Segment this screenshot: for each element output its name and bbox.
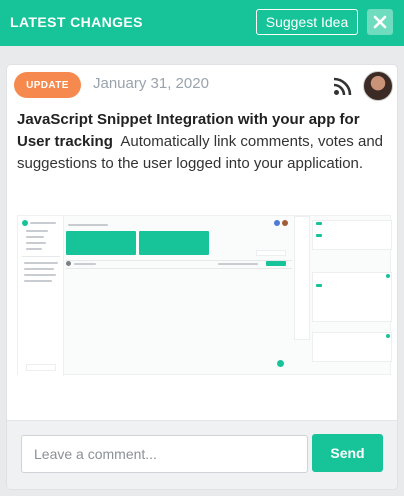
- send-button[interactable]: Send: [312, 434, 383, 472]
- close-icon: [373, 15, 387, 29]
- comment-input[interactable]: [21, 435, 308, 473]
- post-screenshot: [17, 215, 392, 376]
- post-date: January 31, 2020: [93, 75, 209, 92]
- rss-icon[interactable]: [333, 76, 353, 96]
- close-button[interactable]: [367, 9, 393, 35]
- changelog-card: UPDATE January 31, 2020 JavaScript Snipp…: [6, 64, 398, 490]
- header-bar: LATEST CHANGES Suggest Idea: [0, 0, 404, 46]
- post-content: JavaScript Snippet Integration with your…: [17, 109, 393, 175]
- suggest-idea-button[interactable]: Suggest Idea: [256, 9, 358, 35]
- header-title: LATEST CHANGES: [10, 14, 143, 30]
- author-avatar: [363, 71, 393, 101]
- update-badge: UPDATE: [14, 72, 81, 98]
- comment-footer: Send: [7, 420, 397, 489]
